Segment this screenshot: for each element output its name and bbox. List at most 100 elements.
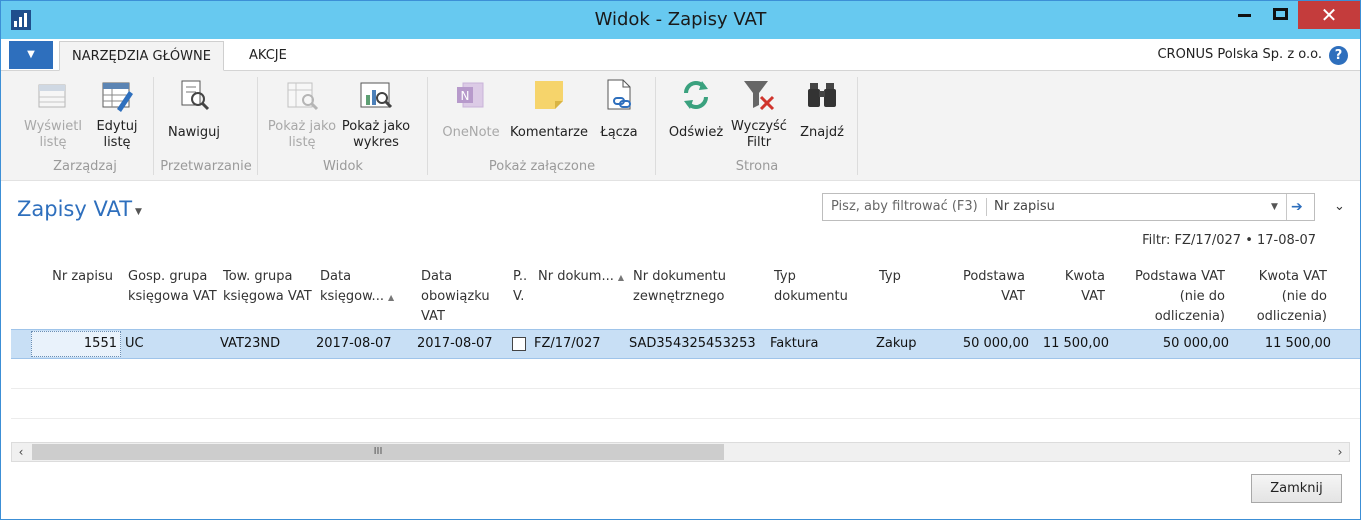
collapse-chevron-icon[interactable]: ⌄ <box>1334 199 1345 214</box>
column-header-base-nd[interactable]: Podstawa VAT (nie do odliczenia) <box>1121 267 1225 327</box>
grid-line <box>11 418 1360 419</box>
group-label-view: Widok <box>323 159 363 174</box>
scrollbar-thumb[interactable]: III <box>32 444 724 460</box>
onenote-icon: N <box>457 82 484 108</box>
find-label: Znajdź <box>800 125 844 140</box>
onenote-label: OneNote <box>442 125 500 140</box>
group-label-page: Strona <box>735 159 779 174</box>
window: Widok - Zapisy VAT ✕ ▼ NARZĘDZIA GŁÓWNE … <box>0 0 1361 520</box>
maximize-icon <box>1273 8 1288 20</box>
pv-checkbox[interactable] <box>512 337 526 351</box>
navigate-icon <box>181 80 210 111</box>
minimize-button[interactable] <box>1226 1 1262 29</box>
column-header-vat-prod-group[interactable]: Tow. grupa księgowa VAT <box>223 267 313 307</box>
view-list-label: Wyświetl listę <box>23 119 83 150</box>
tab-home[interactable]: NARZĘDZIA GŁÓWNE <box>59 41 224 71</box>
column-header-pv[interactable]: P.. V. <box>513 267 533 307</box>
clear-filter-label: Wyczyść Filtr <box>731 119 787 150</box>
column-header-doc-no[interactable]: Nr dokum... ▲ <box>538 267 624 288</box>
column-header-ext-doc-no[interactable]: Nr dokumentu zewnętrznego <box>633 267 761 307</box>
view-list-button[interactable]: Wyświetl listę <box>21 75 85 159</box>
group-label-manage: Zarządzaj <box>53 159 117 174</box>
column-header-vat-date[interactable]: Data obowiązku VAT <box>421 267 505 327</box>
group-label-process: Przetwarzanie <box>160 159 252 174</box>
find-button[interactable]: Znajdź <box>793 75 851 159</box>
comments-button[interactable]: Komentarze <box>505 75 593 159</box>
window-title: Widok - Zapisy VAT <box>594 9 767 30</box>
column-header-doc-type[interactable]: Typ dokumentu <box>774 267 860 307</box>
edit-list-label: Edytuj listę <box>96 119 138 150</box>
data-grid: Nr zapisu Gosp. grupa księgowa VAT Tow. … <box>11 261 1360 441</box>
maximize-button[interactable] <box>1262 1 1298 29</box>
column-header-vat-bus-group[interactable]: Gosp. grupa księgowa VAT <box>128 267 220 307</box>
filter-box[interactable]: Pisz, aby filtrować (F3) Nr zapisu ▼ ➔ <box>822 193 1315 221</box>
svg-text:N: N <box>461 89 470 103</box>
scroll-right-icon[interactable]: › <box>1331 443 1349 461</box>
edit-list-icon <box>102 82 133 112</box>
close-button[interactable]: Zamknij <box>1251 474 1342 503</box>
group-separator <box>427 77 428 175</box>
group-separator <box>153 77 154 175</box>
sort-ascending-icon: ▲ <box>617 273 624 282</box>
close-window-button[interactable]: ✕ <box>1298 1 1360 29</box>
chevron-down-icon[interactable]: ▼ <box>1271 194 1278 220</box>
filter-field-select[interactable]: Nr zapisu <box>994 194 1055 220</box>
arrow-right-icon[interactable]: ➔ <box>1291 194 1303 220</box>
onenote-button[interactable]: N OneNote <box>437 75 505 159</box>
group-label-attachments: Pokaż załączone <box>488 159 596 174</box>
cell-base-nd: 50 000,00 <box>1162 336 1229 351</box>
cell-amount: 11 500,00 <box>1042 336 1109 351</box>
group-separator <box>257 77 258 175</box>
refresh-icon <box>684 81 708 109</box>
table-row[interactable]: 1551 UC VAT23ND 2017-08-07 2017-08-07 FZ… <box>11 329 1360 359</box>
cell-doc-no: FZ/17/027 <box>534 336 601 351</box>
horizontal-scrollbar[interactable]: ‹ III › <box>11 442 1350 462</box>
company-name: CRONUS Polska Sp. z o.o. <box>1157 47 1322 62</box>
column-header-type[interactable]: Typ <box>879 267 919 287</box>
cell-type: Zakup <box>876 336 917 351</box>
binoculars-icon <box>808 83 836 107</box>
column-header-label: Nr dokum... <box>538 269 614 284</box>
cell-posting-date: 2017-08-07 <box>316 336 392 351</box>
application-menu-button[interactable]: ▼ <box>9 41 53 69</box>
show-as-chart-icon <box>360 82 393 109</box>
chevron-down-icon[interactable]: ▼ <box>135 207 142 217</box>
column-header-posting-date[interactable]: Data księgow... ▲ <box>320 267 412 308</box>
clear-filter-button[interactable]: Wyczyść Filtr <box>727 75 791 159</box>
comments-icon <box>535 81 563 109</box>
show-as-list-icon <box>287 82 319 111</box>
cell-doc-type: Faktura <box>770 336 819 351</box>
cell-entry-no: 1551 <box>83 336 117 351</box>
column-header-entry-no[interactable]: Nr zapisu <box>31 267 113 287</box>
refresh-button[interactable]: Odśwież <box>665 75 727 159</box>
show-as-chart-button[interactable]: Pokaż jako wykres <box>337 75 415 159</box>
cell-ext-doc-no: SAD354325453253 <box>629 336 756 351</box>
scroll-left-icon[interactable]: ‹ <box>12 443 30 461</box>
divider <box>986 198 987 216</box>
cell-amount-nd: 11 500,00 <box>1264 336 1331 351</box>
minimize-icon <box>1238 14 1251 17</box>
show-as-list-button[interactable]: Pokaż jako listę <box>267 75 337 159</box>
title-bar: Widok - Zapisy VAT ✕ <box>1 1 1360 39</box>
column-header-base[interactable]: Podstawa VAT <box>949 267 1025 307</box>
navigate-button[interactable]: Nawiguj <box>159 75 229 159</box>
comments-label: Komentarze <box>510 125 588 140</box>
help-icon[interactable]: ? <box>1329 46 1348 65</box>
close-icon: ✕ <box>1320 3 1338 27</box>
filter-input[interactable]: Pisz, aby filtrować (F3) <box>831 194 978 220</box>
group-separator <box>857 77 858 175</box>
cell-vat-bus-group: UC <box>125 336 144 351</box>
refresh-label: Odśwież <box>668 125 724 140</box>
page-title[interactable]: Zapisy VAT <box>17 197 132 221</box>
column-header-amount[interactable]: Kwota VAT <box>1041 267 1105 307</box>
filter-summary: Filtr: FZ/17/027 • 17-08-07 <box>1142 233 1316 248</box>
cell-vat-prod-group: VAT23ND <box>220 336 281 351</box>
group-separator <box>655 77 656 175</box>
column-header-label: Data księgow... <box>320 269 384 304</box>
links-button[interactable]: Łącza <box>593 75 645 159</box>
column-header-amount-nd[interactable]: Kwota VAT (nie do odliczenia) <box>1235 267 1327 327</box>
links-label: Łącza <box>600 125 638 140</box>
edit-list-button[interactable]: Edytuj listę <box>87 75 147 159</box>
tab-actions[interactable]: AKCJE <box>237 41 299 71</box>
grid-line <box>11 388 1360 389</box>
